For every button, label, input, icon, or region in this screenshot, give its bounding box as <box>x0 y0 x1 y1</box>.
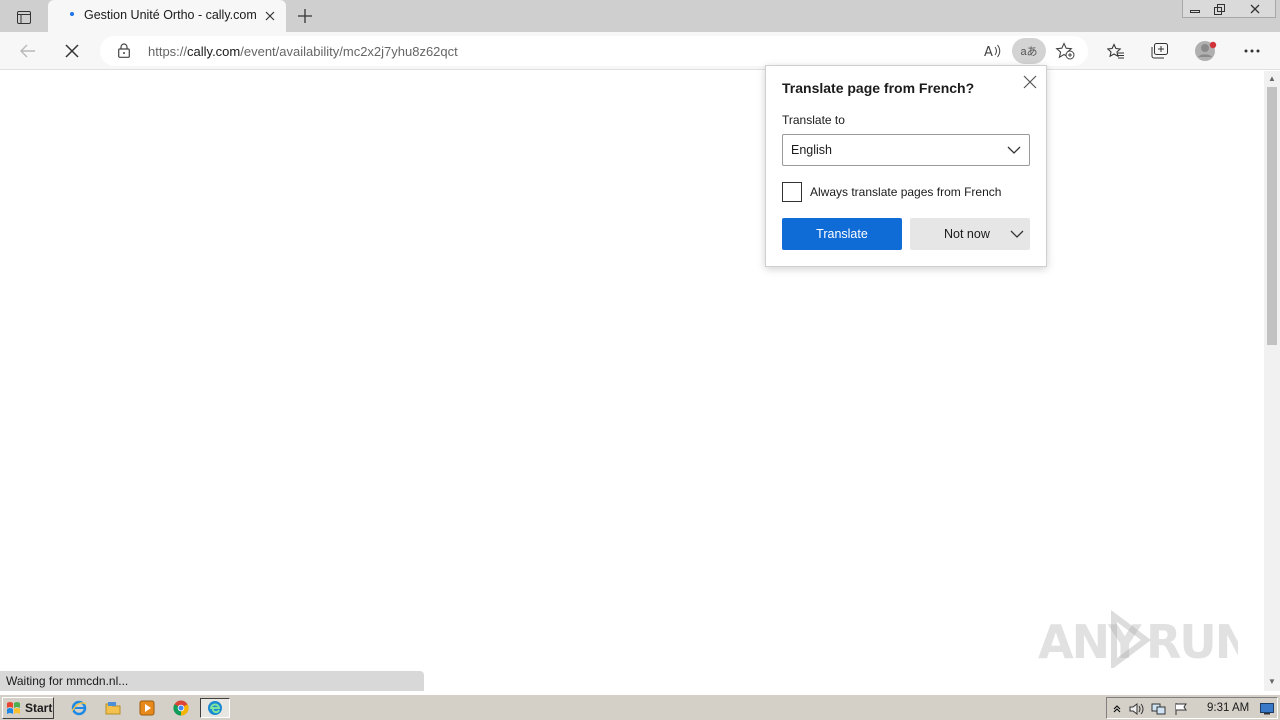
collections-icon <box>1151 43 1168 59</box>
favorites-icon <box>1107 43 1124 59</box>
internet-explorer-icon[interactable] <box>68 698 90 718</box>
translate-button[interactable]: Translate <box>782 218 902 250</box>
tab-close-icon[interactable] <box>262 8 278 24</box>
page-content <box>0 71 1264 691</box>
not-now-button[interactable]: Not now <box>910 218 1030 250</box>
clock[interactable]: 9:31 AM <box>1207 702 1249 714</box>
chevron-down-icon <box>1007 144 1021 158</box>
action-center-flag-icon[interactable] <box>1173 701 1189 717</box>
anyrun-watermark: ANY RUN <box>1038 608 1253 670</box>
start-label: Start <box>25 701 53 715</box>
always-translate-label: Always translate pages from French <box>810 185 1002 199</box>
profile-button[interactable] <box>1192 38 1220 64</box>
scroll-thumb[interactable] <box>1267 87 1277 345</box>
more-icon <box>1244 49 1260 53</box>
lock-icon[interactable] <box>118 43 130 61</box>
browser-window: Gestion Unité Ortho - cally.com https://… <box>0 0 1280 694</box>
tab-actions-button[interactable] <box>10 6 38 28</box>
tab-active[interactable]: Gestion Unité Ortho - cally.com <box>48 0 286 32</box>
volume-icon[interactable] <box>1129 701 1145 717</box>
scroll-down-icon[interactable]: ▼ <box>1267 677 1277 687</box>
network-icon[interactable] <box>1151 701 1167 717</box>
browser-toolbar: https://cally.com/event/availability/mc2… <box>0 32 1280 70</box>
show-desktop-icon[interactable] <box>1259 701 1275 717</box>
chrome-icon[interactable] <box>170 698 192 718</box>
minimize-icon <box>1190 10 1200 13</box>
url-text[interactable]: https://cally.com/event/availability/mc2… <box>148 44 458 59</box>
restore-icon <box>1214 3 1225 15</box>
close-window-button[interactable] <box>1244 0 1266 18</box>
start-button[interactable]: Start <box>2 697 54 719</box>
back-button[interactable] <box>14 38 42 64</box>
restore-button[interactable] <box>1209 0 1231 18</box>
anyrun-logo-icon: ANY RUN <box>1038 610 1253 670</box>
taskbar: Start 9:31 AM <box>0 694 1280 720</box>
tab-bar: Gestion Unité Ortho - cally.com <box>0 0 1280 32</box>
plus-icon <box>298 9 312 23</box>
popup-close-button[interactable] <box>1020 72 1040 92</box>
chevron-down-icon[interactable] <box>1010 228 1024 242</box>
back-arrow-icon <box>20 44 35 58</box>
svg-text:A: A <box>984 45 993 59</box>
close-icon <box>1023 75 1037 89</box>
selected-language: English <box>791 143 832 157</box>
tab-actions-icon <box>17 10 31 24</box>
translate-icon[interactable]: aあ <box>1012 38 1046 64</box>
address-bar[interactable]: https://cally.com/event/availability/mc2… <box>100 36 1088 66</box>
read-aloud-icon[interactable]: A <box>980 39 1006 63</box>
new-tab-button[interactable] <box>294 5 316 27</box>
status-bar: Waiting for mmcdn.nl... <box>0 671 424 691</box>
always-translate-checkbox[interactable] <box>782 182 802 202</box>
collections-button[interactable] <box>1146 38 1174 64</box>
windows-flag-icon <box>7 702 20 714</box>
scroll-up-icon[interactable]: ▲ <box>1267 74 1277 84</box>
translate-popup: Translate page from French? Translate to… <box>765 65 1047 267</box>
edge-icon[interactable] <box>200 698 230 718</box>
favorites-button[interactable] <box>1102 38 1130 64</box>
show-hidden-icons-icon[interactable] <box>1109 701 1125 717</box>
vertical-scrollbar[interactable]: ▲ ▼ <box>1264 71 1280 691</box>
language-select[interactable]: English <box>782 134 1030 166</box>
folder-icon[interactable] <box>102 698 124 718</box>
not-now-label: Not now <box>944 227 990 241</box>
avatar-icon <box>1195 41 1217 61</box>
settings-menu-button[interactable] <box>1238 38 1266 64</box>
stop-icon <box>65 44 79 58</box>
translate-popup-title: Translate page from French? <box>782 80 975 96</box>
tab-title: Gestion Unité Ortho - cally.com <box>84 8 257 22</box>
svg-text:RUN: RUN <box>1146 615 1238 668</box>
media-player-icon[interactable] <box>136 698 158 718</box>
add-favorite-icon[interactable] <box>1052 39 1078 63</box>
close-icon <box>1250 4 1260 14</box>
system-tray: 9:31 AM <box>1106 697 1278 719</box>
stop-loading-button[interactable] <box>58 38 86 64</box>
loading-dot-icon <box>70 12 74 16</box>
translate-to-label: Translate to <box>782 113 845 127</box>
minimize-button[interactable] <box>1184 0 1206 18</box>
